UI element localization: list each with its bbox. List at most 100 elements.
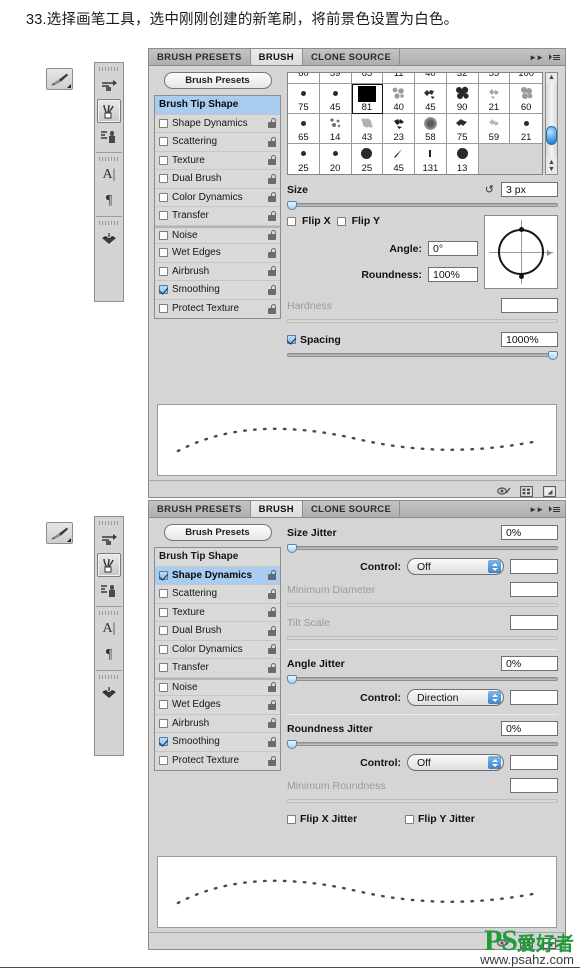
character-icon[interactable]: A|	[97, 617, 121, 641]
chevron-updown-icon[interactable]	[488, 756, 501, 769]
option-noise[interactable]: Noise	[155, 677, 280, 696]
brush-cell[interactable]: 55	[478, 73, 511, 84]
brush-cell[interactable]: 60	[288, 73, 320, 84]
lock-icon[interactable]	[268, 570, 277, 581]
size-jitter-slider[interactable]	[287, 544, 558, 553]
brush-presets-button[interactable]: Brush Presets	[163, 72, 272, 89]
angle-arrow-icon[interactable]	[547, 250, 552, 256]
option-noise[interactable]: Noise	[155, 225, 280, 244]
min-diameter-input[interactable]	[510, 582, 558, 597]
size-control-input[interactable]	[510, 559, 558, 574]
option-airbrush[interactable]: Airbrush	[155, 263, 280, 281]
angle-control-select[interactable]: Direction	[407, 689, 504, 706]
option-brush-tip-shape[interactable]: Brush Tip Shape	[155, 548, 280, 567]
tab-brush[interactable]: BRUSH	[250, 501, 303, 517]
roundness-jitter-input[interactable]: 0%	[501, 721, 558, 736]
roundness-circle[interactable]	[498, 229, 544, 275]
option-airbrush[interactable]: Airbrush	[155, 715, 280, 733]
roundness-input[interactable]: 100%	[428, 267, 478, 282]
option-protect-texture[interactable]: Protect Texture	[155, 752, 280, 771]
brush-cell[interactable]: 14	[319, 114, 352, 144]
brush-cell[interactable]: 25	[351, 144, 384, 174]
option-smoothing[interactable]: Smoothing	[155, 281, 280, 300]
hardness-input[interactable]	[501, 298, 558, 313]
brush-cell[interactable]: 45	[415, 84, 447, 114]
brush-cell[interactable]: 45	[383, 144, 415, 174]
brush-cell-selected[interactable]: 81	[351, 84, 384, 114]
tab-clone-source[interactable]: CLONE SOURCE	[302, 501, 401, 517]
checkbox[interactable]	[159, 118, 168, 128]
scroll-down-arrow[interactable]: ▼	[548, 166, 555, 173]
scroll-down-arrow[interactable]: ▲	[548, 159, 555, 166]
lock-icon[interactable]	[268, 682, 277, 693]
checkbox[interactable]	[159, 682, 168, 692]
option-color-dynamics[interactable]: Color Dynamics	[155, 641, 280, 659]
panel-dock-strip[interactable]: A| ¶	[94, 62, 124, 302]
lock-icon[interactable]	[268, 266, 277, 277]
flip-y-checkbox[interactable]	[336, 216, 346, 226]
scroll-up-arrow[interactable]: ▲	[548, 74, 555, 81]
option-transfer[interactable]: Transfer	[155, 659, 280, 678]
checkbox[interactable]	[159, 248, 168, 258]
spacing-slider[interactable]	[287, 351, 558, 360]
checkbox[interactable]	[159, 589, 168, 599]
tab-clone-source[interactable]: CLONE SOURCE	[302, 49, 401, 65]
brush-cell[interactable]: 59	[319, 73, 352, 84]
brush-cell[interactable]: 32	[446, 73, 479, 84]
tab-brush-presets[interactable]: BRUSH PRESETS	[149, 501, 251, 517]
brush-cell[interactable]: 100	[510, 73, 542, 84]
option-shape-dynamics[interactable]: Shape Dynamics	[155, 566, 280, 585]
option-transfer[interactable]: Transfer	[155, 207, 280, 226]
checkbox[interactable]	[159, 607, 168, 617]
flip-x-jitter-checkbox[interactable]	[287, 814, 296, 824]
brush-cell[interactable]: 75	[446, 114, 479, 144]
brush-cell[interactable]: 43	[351, 114, 384, 144]
option-brush-tip-shape[interactable]: Brush Tip Shape	[155, 96, 280, 115]
dock-grip[interactable]	[99, 521, 119, 525]
brush-cell[interactable]: 40	[383, 84, 415, 114]
size-input[interactable]: 3 px	[501, 182, 558, 197]
roundness-jitter-slider[interactable]	[287, 740, 558, 749]
brush-cell[interactable]: 90	[446, 84, 479, 114]
option-dual-brush[interactable]: Dual Brush	[155, 622, 280, 641]
new-preset-icon[interactable]	[520, 484, 533, 497]
clone-source-icon[interactable]	[97, 579, 121, 603]
panel-dock-strip[interactable]: A| ¶	[94, 516, 124, 756]
brush-cell[interactable]: 23	[383, 114, 415, 144]
brush-tool-button[interactable]	[46, 522, 73, 544]
option-wet-edges[interactable]: Wet Edges	[155, 696, 280, 715]
brush-cell[interactable]: 131	[415, 144, 447, 174]
option-scattering[interactable]: Scattering	[155, 133, 280, 152]
clone-source-icon[interactable]	[97, 125, 121, 149]
delete-brush-icon[interactable]	[543, 484, 556, 497]
lock-icon[interactable]	[268, 736, 277, 747]
lock-icon[interactable]	[268, 625, 277, 636]
chevron-updown-icon[interactable]	[488, 691, 501, 704]
checkbox[interactable]	[159, 211, 168, 221]
checkbox[interactable]	[159, 266, 168, 276]
option-texture[interactable]: Texture	[155, 152, 280, 170]
option-smoothing[interactable]: Smoothing	[155, 733, 280, 752]
checkbox[interactable]	[159, 718, 168, 728]
lock-icon[interactable]	[268, 230, 277, 241]
option-texture[interactable]: Texture	[155, 604, 280, 622]
refresh-icon[interactable]: ↺	[485, 183, 494, 196]
roundness-handle-top[interactable]	[519, 227, 524, 232]
character-icon[interactable]: A|	[97, 163, 121, 187]
checkbox[interactable]	[159, 644, 168, 654]
toggle-preview-icon[interactable]	[497, 484, 511, 495]
checkbox[interactable]	[159, 230, 168, 240]
lock-icon[interactable]	[268, 210, 277, 221]
roundness-control-select[interactable]: Off	[407, 754, 504, 771]
angle-jitter-input[interactable]: 0%	[501, 656, 558, 671]
brush-tip-preview[interactable]	[484, 215, 558, 289]
dock-grip[interactable]	[99, 675, 119, 679]
scrollbar-thumb[interactable]	[546, 126, 557, 145]
brush-cell[interactable]: 65	[288, 114, 320, 144]
checkbox[interactable]	[159, 700, 168, 710]
size-control-select[interactable]: Off	[407, 558, 504, 575]
brush-panel-icon[interactable]	[97, 553, 121, 577]
paragraph-icon[interactable]: ¶	[97, 189, 121, 213]
tilt-scale-input[interactable]	[510, 615, 558, 630]
brush-tool-button[interactable]	[46, 68, 73, 90]
